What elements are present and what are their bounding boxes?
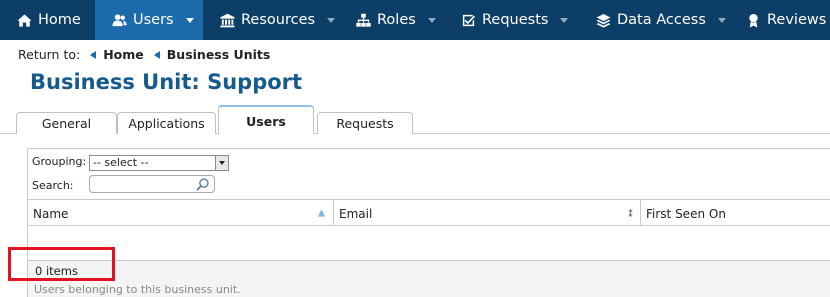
- column-header-name[interactable]: Name: [28, 200, 333, 226]
- nav-item-label: Data Access: [617, 12, 706, 28]
- nav-item-roles[interactable]: Roles: [339, 0, 444, 40]
- award-icon: [745, 12, 761, 28]
- tab-applications[interactable]: Applications: [117, 112, 216, 134]
- check-square-icon: [460, 12, 476, 28]
- grid-header: Name Email First Seen On: [28, 199, 830, 226]
- search-input[interactable]: [89, 175, 215, 193]
- grouping-label: Grouping:: [32, 155, 87, 168]
- chevron-down-icon: [327, 17, 336, 23]
- nav-item-label: Roles: [377, 12, 416, 28]
- caret-left-icon: [153, 50, 160, 59]
- nav-item-resources[interactable]: Resources: [203, 0, 339, 40]
- layers-icon: [595, 12, 611, 28]
- users-grid-panel: Grouping: -- select -- Search: Name Emai…: [27, 148, 830, 297]
- nav-item-reviews[interactable]: Reviews: [729, 0, 830, 40]
- search-label: Search:: [32, 179, 74, 192]
- caret-left-icon: [90, 50, 97, 59]
- column-header-email[interactable]: Email: [334, 200, 640, 226]
- column-header-label: First Seen On: [646, 207, 726, 221]
- chevron-down-icon: [717, 17, 726, 23]
- tab-users[interactable]: Users: [218, 105, 314, 134]
- nav-item-data-access[interactable]: Data Access: [579, 0, 729, 40]
- column-header-label: Name: [33, 207, 69, 221]
- breadcrumb-link-home[interactable]: Home: [103, 47, 144, 62]
- home-icon: [16, 12, 32, 28]
- dropdown-arrow-icon: [215, 156, 228, 170]
- page-title: Business Unit: Support: [30, 70, 303, 94]
- grouping-select-value: -- select --: [93, 156, 149, 169]
- nav-item-requests[interactable]: Requests: [444, 0, 579, 40]
- nav-item-label: Reviews: [767, 12, 827, 28]
- sitemap-icon: [355, 12, 371, 28]
- top-navigation: Home Users Resources Roles Requests Data…: [0, 0, 830, 40]
- chevron-down-icon: [427, 17, 436, 23]
- breadcrumb-link-business-units[interactable]: Business Units: [167, 47, 271, 62]
- tab-requests[interactable]: Requests: [317, 112, 413, 134]
- column-header-first-seen-on[interactable]: First Seen On: [641, 200, 830, 226]
- nav-item-home[interactable]: Home: [0, 0, 95, 40]
- breadcrumb-prefix: Return to:: [18, 47, 81, 62]
- breadcrumb: Return to: Home Business Units: [18, 47, 270, 62]
- column-header-label: Email: [339, 207, 373, 221]
- sort-indicator-icon[interactable]: [626, 208, 635, 218]
- users-icon: [111, 12, 127, 28]
- grouping-select[interactable]: -- select --: [89, 155, 229, 171]
- panel-description: Users belonging to this business unit.: [34, 283, 241, 296]
- search-icon[interactable]: [195, 177, 210, 192]
- nav-item-label: Users: [133, 12, 174, 28]
- bank-icon: [219, 12, 235, 28]
- chevron-down-icon: [185, 17, 194, 23]
- nav-item-label: Home: [38, 12, 81, 28]
- sort-ascending-icon[interactable]: [317, 208, 326, 218]
- nav-item-users[interactable]: Users: [95, 0, 203, 40]
- highlight-annotation-box: [8, 247, 115, 281]
- chevron-down-icon: [560, 17, 569, 23]
- tab-general[interactable]: General: [16, 112, 117, 134]
- nav-item-label: Requests: [482, 12, 549, 28]
- nav-item-label: Resources: [241, 12, 316, 28]
